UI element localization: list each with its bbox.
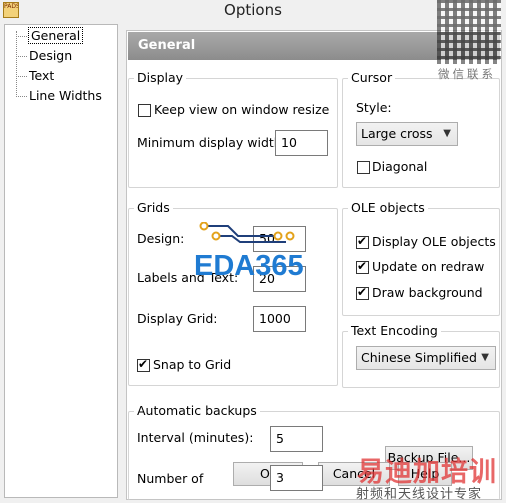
diagonal-checkbox[interactable] <box>357 161 370 174</box>
category-tree: General Design Text Line Widths <box>4 24 118 498</box>
chevron-down-icon: ▼ <box>481 352 489 363</box>
encoding-legend: Text Encoding <box>348 324 441 338</box>
snap-to-grid-label: Snap to Grid <box>153 357 232 372</box>
interval-label: Interval (minutes): <box>137 430 254 445</box>
cursor-style-value: Large cross <box>361 126 433 141</box>
number-of-input[interactable]: 3 <box>270 465 323 491</box>
draw-background-label: Draw background <box>372 285 483 300</box>
cursor-legend: Cursor <box>348 71 396 85</box>
wechat-watermark: 微信联系 <box>438 67 496 81</box>
eda365-logo: EDA365 <box>194 250 304 282</box>
cursor-style-select[interactable]: Large cross ▼ <box>356 122 458 146</box>
display-ole-checkbox[interactable] <box>356 234 369 249</box>
rf-expert-watermark: 射频和天线设计专家 <box>356 487 483 502</box>
qr-code-watermark <box>437 0 501 64</box>
chevron-down-icon: ▼ <box>443 128 451 139</box>
display-legend: Display <box>134 71 187 85</box>
style-label: Style: <box>356 100 392 115</box>
keep-view-checkbox[interactable] <box>138 104 151 117</box>
update-redraw-label: Update on redraw <box>372 259 485 274</box>
display-grid-label: Display Grid: <box>137 311 218 326</box>
encoding-select[interactable]: Chinese Simplified ▼ <box>356 346 496 370</box>
grids-legend: Grids <box>134 201 173 215</box>
tree-item-general[interactable]: General <box>14 27 84 45</box>
snap-to-grid-checkbox[interactable] <box>137 357 150 372</box>
ole-legend: OLE objects <box>348 201 428 215</box>
tree-item-line-widths[interactable]: Line Widths <box>14 87 102 105</box>
number-of-label: Number of <box>137 471 204 486</box>
tree-item-text[interactable]: Text <box>14 67 54 85</box>
encoding-value: Chinese Simplified <box>361 350 477 365</box>
display-grid-input[interactable]: 1000 <box>253 306 306 332</box>
interval-input[interactable]: 5 <box>270 426 323 452</box>
diagonal-label: Diagonal <box>372 159 428 174</box>
tree-item-design[interactable]: Design <box>14 47 72 65</box>
min-width-label: Minimum display width: <box>137 135 286 150</box>
display-ole-label: Display OLE objects <box>372 234 496 249</box>
keep-view-label: Keep view on window resize <box>154 102 330 117</box>
min-width-input[interactable]: 10 <box>275 130 328 156</box>
update-redraw-checkbox[interactable] <box>356 259 369 274</box>
design-grid-label: Design: <box>137 231 185 246</box>
draw-background-checkbox[interactable] <box>356 285 369 300</box>
backups-legend: Automatic backups <box>134 404 260 418</box>
window-title: Options <box>224 1 282 19</box>
circuit-logo-icon <box>199 222 295 243</box>
